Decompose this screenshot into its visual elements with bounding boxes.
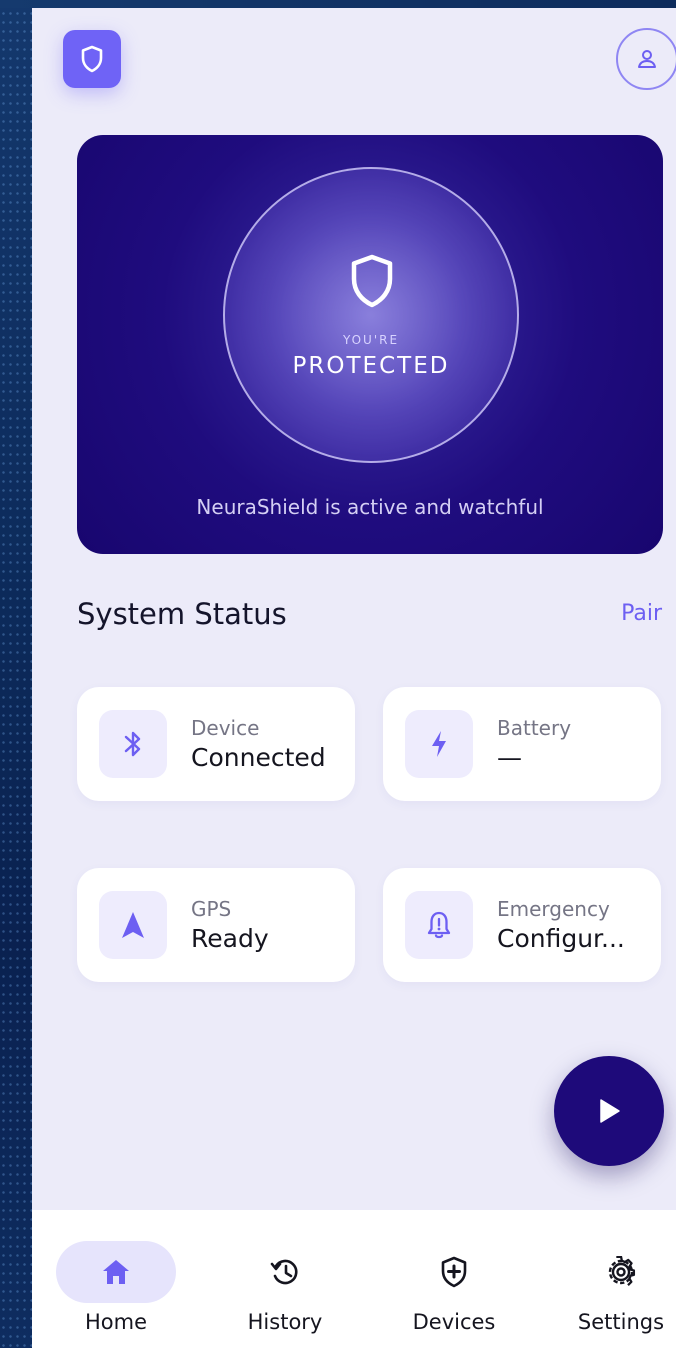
icon-container [405, 891, 473, 959]
bottom-navigation: Home History Devices Settings [32, 1210, 676, 1348]
app-window: YOU'RE PROTECTED NeuraShield is active a… [32, 8, 676, 1348]
card-value: Configur... [497, 924, 625, 953]
shield-plus-icon [436, 1254, 472, 1290]
app-logo-button[interactable] [63, 30, 121, 88]
shield-icon [81, 45, 103, 73]
icon-container [99, 710, 167, 778]
bluetooth-icon [124, 731, 141, 757]
status-card-emergency[interactable]: Emergency Configur... [383, 868, 661, 982]
card-label: Battery [497, 716, 572, 740]
play-icon [600, 1099, 620, 1123]
desktop-background [0, 0, 34, 1348]
nav-label: Home [84, 1310, 147, 1334]
status-card-battery[interactable]: Battery — [383, 687, 661, 801]
pair-link[interactable]: Pair [621, 601, 662, 626]
profile-button[interactable] [616, 28, 676, 90]
protection-ring[interactable]: YOU'RE PROTECTED [223, 167, 519, 463]
icon-container [99, 891, 167, 959]
card-label: GPS [191, 897, 232, 921]
status-card-gps[interactable]: GPS Ready [77, 868, 355, 982]
nav-item-history[interactable]: History [210, 1210, 360, 1348]
card-label: Device [191, 716, 260, 740]
section-title: System Status [77, 597, 287, 631]
icon-container [405, 710, 473, 778]
nav-item-devices[interactable]: Devices [379, 1210, 529, 1348]
card-value: Ready [191, 924, 269, 953]
protection-status-card: YOU'RE PROTECTED NeuraShield is active a… [77, 135, 663, 554]
card-value: Connected [191, 743, 326, 772]
shield-outline-icon [351, 254, 393, 308]
lightning-icon [432, 731, 446, 757]
nav-item-settings[interactable]: Settings [546, 1210, 676, 1348]
bell-alert-icon [427, 911, 451, 939]
nav-label: Settings [577, 1310, 665, 1334]
home-icon [98, 1254, 134, 1290]
nav-label: Devices [412, 1310, 496, 1334]
protection-status-text: PROTECTED [292, 353, 450, 379]
card-value: — [497, 743, 522, 772]
user-icon [638, 50, 656, 68]
nav-item-home[interactable]: Home [41, 1210, 191, 1348]
protection-status-prefix: YOU'RE [342, 333, 400, 347]
nav-label: History [247, 1310, 323, 1334]
card-label: Emergency [497, 897, 610, 921]
gear-icon [603, 1254, 639, 1290]
desktop-background-top [0, 0, 676, 8]
history-icon [267, 1254, 303, 1290]
protection-caption: NeuraShield is active and watchful [196, 495, 544, 519]
play-button[interactable] [554, 1056, 664, 1166]
navigation-arrow-icon [122, 912, 144, 938]
status-card-device[interactable]: Device Connected [77, 687, 355, 801]
